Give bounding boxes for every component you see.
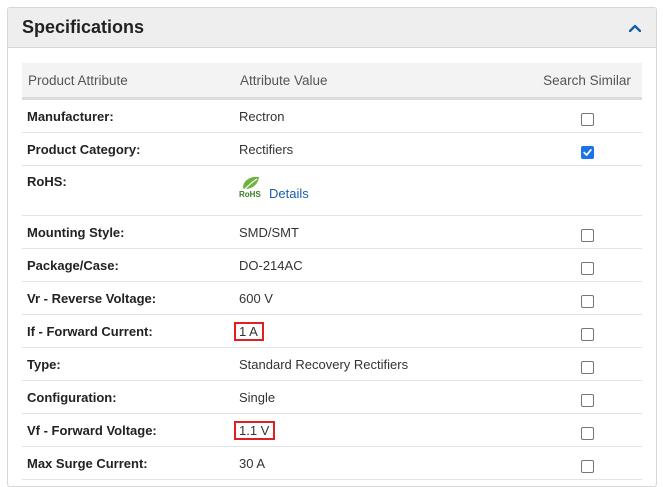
- attribute-name: Package/Case:: [22, 248, 234, 282]
- attribute-name: Configuration:: [22, 380, 234, 414]
- search-similar-cell: [532, 98, 642, 133]
- attribute-name: If - Forward Current:: [22, 314, 234, 348]
- search-similar-checkbox[interactable]: [580, 228, 594, 242]
- header-search-similar: Search Similar: [532, 63, 642, 100]
- rohs-leaf-icon: RoHS: [239, 174, 265, 201]
- search-similar-checkbox[interactable]: [580, 261, 594, 275]
- search-similar-checkbox[interactable]: [580, 145, 594, 159]
- attribute-value-cell: 30 A: [234, 446, 532, 480]
- header-product-attribute: Product Attribute: [22, 63, 234, 100]
- attribute-value: Rectron: [239, 108, 285, 124]
- search-similar-checkbox[interactable]: [580, 393, 594, 407]
- attribute-name: Max Surge Current:: [22, 446, 234, 480]
- attribute-value-cell: DO-214AC: [234, 248, 532, 282]
- attribute-value-cell: RoHS Details: [234, 165, 532, 216]
- table-row: Vr - Reverse Voltage: 600 V: [22, 281, 642, 315]
- attribute-value-cell: SMD/SMT: [234, 215, 532, 249]
- attribute-value: DO-214AC: [239, 257, 303, 273]
- attribute-value: 600 V: [239, 290, 273, 306]
- table-row: Type: Standard Recovery Rectifiers: [22, 347, 642, 381]
- search-similar-cell: [532, 165, 642, 216]
- search-similar-cell: [532, 380, 642, 414]
- table-row: Manufacturer: Rectron: [22, 98, 642, 133]
- attribute-name: Manufacturer:: [22, 98, 234, 133]
- search-similar-cell: [532, 314, 642, 348]
- specifications-table-wrapper: Product Attribute Attribute Value Search…: [22, 63, 642, 480]
- table-row: Product Category: Rectifiers: [22, 132, 642, 166]
- attribute-value: Standard Recovery Rectifiers: [239, 356, 409, 372]
- panel-title: Specifications: [22, 17, 145, 37]
- attribute-value: Rectifiers: [239, 141, 294, 157]
- search-similar-cell: [532, 347, 642, 381]
- rohs-details-link[interactable]: Details: [269, 186, 309, 201]
- search-similar-checkbox[interactable]: [580, 327, 594, 341]
- highlighted-value: 1.1 V: [234, 420, 276, 440]
- highlighted-value: 1 A: [234, 321, 264, 341]
- attribute-name: Mounting Style:: [22, 215, 234, 249]
- search-similar-checkbox[interactable]: [580, 360, 594, 374]
- attribute-value-cell: Rectron: [234, 98, 532, 133]
- table-row: Configuration: Single: [22, 380, 642, 414]
- attribute-value-cell: Single: [234, 380, 532, 414]
- attribute-value-cell: Rectifiers: [234, 132, 532, 166]
- checkmark-icon: [582, 148, 592, 156]
- search-similar-checkbox[interactable]: [580, 294, 594, 308]
- attribute-name: RoHS:: [22, 165, 234, 216]
- search-similar-checkbox[interactable]: [580, 426, 594, 440]
- collapse-button[interactable]: [626, 19, 644, 37]
- attribute-value-cell: Standard Recovery Rectifiers: [234, 347, 532, 381]
- table-row: Mounting Style: SMD/SMT: [22, 215, 642, 249]
- attribute-value: SMD/SMT: [239, 224, 299, 240]
- search-similar-cell: [532, 413, 642, 447]
- chevron-up-icon: [629, 24, 641, 32]
- attribute-value: Single: [239, 389, 276, 405]
- search-similar-cell: [532, 281, 642, 315]
- specifications-panel: Specifications Product Attribute Attribu…: [7, 7, 657, 487]
- search-similar-checkbox[interactable]: [580, 112, 594, 126]
- attribute-name: Vr - Reverse Voltage:: [22, 281, 234, 315]
- table-row: Vf - Forward Voltage: 1.1 V: [22, 413, 642, 447]
- attribute-name: Vf - Forward Voltage:: [22, 413, 234, 447]
- attribute-name: Type:: [22, 347, 234, 381]
- panel-header[interactable]: Specifications: [8, 8, 656, 48]
- attribute-value: 30 A: [239, 455, 266, 471]
- attribute-value-cell: 600 V: [234, 281, 532, 315]
- attribute-name: Product Category:: [22, 132, 234, 166]
- table-row: Max Surge Current: 30 A: [22, 446, 642, 480]
- search-similar-cell: [532, 215, 642, 249]
- attribute-value-cell: 1.1 V: [234, 413, 532, 447]
- header-attribute-value: Attribute Value: [234, 63, 532, 100]
- table-row: RoHS: RoHS Details: [22, 165, 642, 216]
- attribute-value-cell: 1 A: [234, 314, 532, 348]
- specifications-table: Product Attribute Attribute Value Search…: [22, 63, 642, 480]
- rohs-logo-text: RoHS: [239, 190, 261, 198]
- search-similar-cell: [532, 132, 642, 166]
- search-similar-checkbox[interactable]: [580, 459, 594, 473]
- table-header-row: Product Attribute Attribute Value Search…: [22, 63, 642, 100]
- search-similar-cell: [532, 446, 642, 480]
- table-row: Package/Case: DO-214AC: [22, 248, 642, 282]
- search-similar-cell: [532, 248, 642, 282]
- table-row: If - Forward Current: 1 A: [22, 314, 642, 348]
